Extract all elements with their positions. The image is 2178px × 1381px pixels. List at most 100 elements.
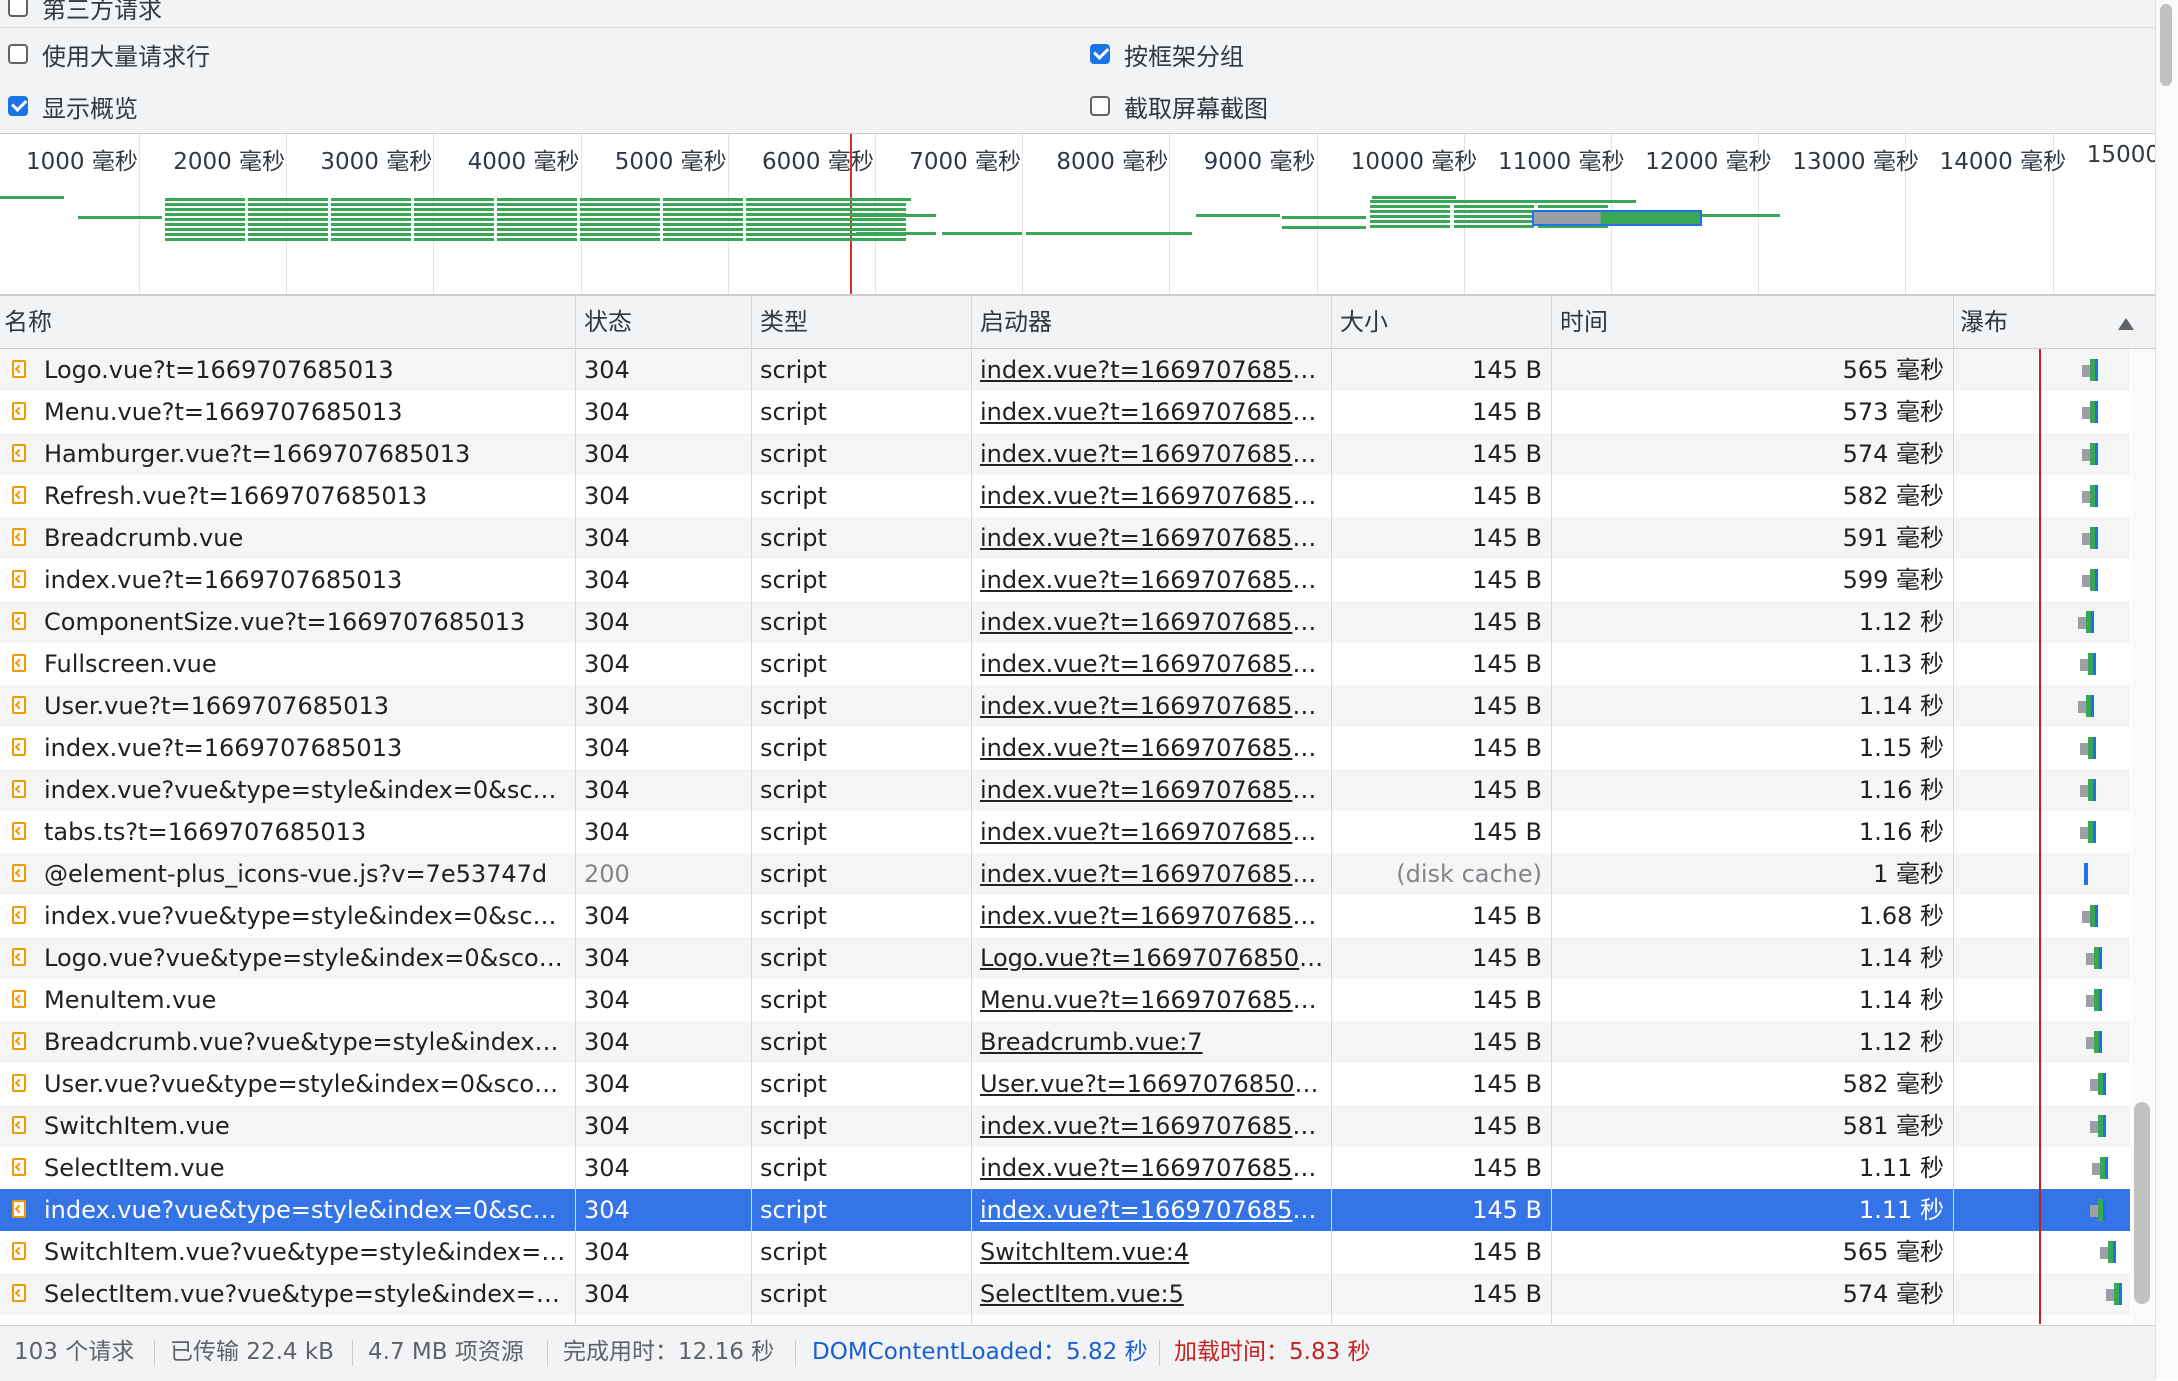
column-divider[interactable] xyxy=(1953,296,1954,1324)
panel-scrollbar[interactable] xyxy=(2155,0,2178,1380)
request-name[interactable]: SwitchItem.vue?vue&type=style&index=0&sc… xyxy=(44,1231,566,1273)
header-time[interactable]: 时间 xyxy=(1556,296,1608,348)
header-type[interactable]: 类型 xyxy=(756,296,808,348)
request-initiator-link[interactable]: index.vue?t=1669707685013:… xyxy=(980,601,1326,643)
header-name[interactable]: 名称 xyxy=(0,296,52,348)
request-initiator-link[interactable]: index.vue?t=1669707685013:… xyxy=(980,517,1326,559)
request-initiator-link[interactable]: index.vue?t=1669707685013:… xyxy=(980,391,1326,433)
request-initiator-link[interactable]: Breadcrumb.vue:7 xyxy=(980,1021,1326,1063)
request-name[interactable]: Hamburger.vue?t=1669707685013 xyxy=(44,433,566,475)
request-initiator-link[interactable]: index.vue?t=1669707685013:… xyxy=(980,475,1326,517)
request-name[interactable]: MenuItem.vue xyxy=(44,979,566,1021)
request-initiator-link[interactable]: index.vue?t=1669707685013:… xyxy=(980,811,1326,853)
request-initiator-link[interactable]: Logo.vue?t=1669707685013:8 xyxy=(980,937,1326,979)
request-initiator-link[interactable]: index.vue?t=1669707685013:… xyxy=(980,895,1326,937)
request-name[interactable]: Menu.vue?t=1669707685013 xyxy=(44,391,566,433)
table-row[interactable]: SwitchItem.vue?vue&type=style&index=0&sc… xyxy=(0,1231,2130,1273)
big-rows-checkbox[interactable] xyxy=(8,44,28,64)
request-name[interactable]: SwitchItem.vue xyxy=(44,1105,566,1147)
request-initiator-link[interactable]: SelectItem.vue:5 xyxy=(980,1273,1326,1315)
table-row[interactable]: @element-plus_icons-vue.js?v=7e53747d 200… xyxy=(0,853,2130,895)
request-list-scroll-thumb[interactable] xyxy=(2134,1102,2150,1304)
table-row[interactable]: tabs.ts?t=1669707685013 304 script index.vu… xyxy=(0,811,2130,853)
request-name[interactable]: ComponentSize.vue?t=1669707685013 xyxy=(44,601,566,643)
request-initiator-link[interactable]: index.vue?t=1669707685013:… xyxy=(980,853,1326,895)
request-initiator-link[interactable]: index.vue?t=1669707685013:… xyxy=(980,433,1326,475)
request-initiator-link[interactable]: index.vue?t=1669707685013:… xyxy=(980,1147,1326,1189)
request-name[interactable]: index.vue?t=1669707685013 xyxy=(44,727,566,769)
request-initiator-link[interactable]: index.vue?t=1669707685013:… xyxy=(980,559,1326,601)
request-name[interactable]: Breadcrumb.vue?vue&type=style&index=0&sc… xyxy=(44,1021,566,1063)
column-divider[interactable] xyxy=(971,296,972,1324)
table-row[interactable]: Logo.vue?vue&type=style&index=0&scoped=…… xyxy=(0,937,2130,979)
overview-request-bar xyxy=(248,223,328,226)
sort-ascending-icon[interactable] xyxy=(2118,318,2134,330)
table-row[interactable]: index.vue?vue&type=style&index=0&scoped=… xyxy=(0,1189,2130,1231)
request-initiator-link[interactable]: index.vue?t=1669707685013:… xyxy=(980,1105,1326,1147)
table-row[interactable]: User.vue?vue&type=style&index=0&scoped=2… xyxy=(0,1063,2130,1105)
table-row[interactable]: MenuItem.vue 304 script Menu.vue?t=16697076… xyxy=(0,979,2130,1021)
table-row[interactable]: ComponentSize.vue?t=1669707685013 304 scri… xyxy=(0,601,2130,643)
request-name[interactable]: index.vue?vue&type=style&index=0&scoped=… xyxy=(44,895,566,937)
group-by-frame-checkbox[interactable] xyxy=(1090,44,1110,64)
request-initiator-link[interactable]: index.vue?t=1669707685013:… xyxy=(980,685,1326,727)
group-by-frame-option[interactable]: 按框架分组 xyxy=(1090,37,1244,71)
request-name[interactable]: tabs.ts?t=1669707685013 xyxy=(44,811,566,853)
table-row[interactable]: index.vue?vue&type=style&index=0&scoped=… xyxy=(0,895,2130,937)
header-status[interactable]: 状态 xyxy=(580,296,632,348)
table-row[interactable]: Breadcrumb.vue 304 script index.vue?t=16697… xyxy=(0,517,2130,559)
request-name[interactable]: Logo.vue?vue&type=style&index=0&scoped=… xyxy=(44,937,566,979)
column-divider[interactable] xyxy=(575,296,576,1324)
table-row[interactable]: index.vue?t=1669707685013 304 script index.… xyxy=(0,559,2130,601)
column-divider[interactable] xyxy=(1551,296,1552,1324)
request-name[interactable]: Fullscreen.vue xyxy=(44,643,566,685)
header-waterfall[interactable]: 瀑布 xyxy=(1956,296,2008,348)
capture-screenshots-option[interactable]: 截取屏幕截图 xyxy=(1090,89,1268,123)
table-row[interactable]: Logo.vue?t=1669707685013 304 script index.v… xyxy=(0,349,2130,391)
table-row[interactable]: Menu.vue?t=1669707685013 304 script index.v… xyxy=(0,391,2130,433)
request-initiator-link[interactable]: index.vue?t=1669707685013:… xyxy=(980,769,1326,811)
column-divider[interactable] xyxy=(1331,296,1332,1324)
panel-scroll-thumb[interactable] xyxy=(2160,4,2172,86)
third-party-option[interactable]: 第三方请求 xyxy=(8,0,162,24)
request-name[interactable]: @element-plus_icons-vue.js?v=7e53747d xyxy=(44,853,566,895)
table-row[interactable]: SwitchItem.vue 304 script index.vue?t=16697… xyxy=(0,1105,2130,1147)
overview-tick xyxy=(139,134,140,294)
table-row[interactable]: SelectItem.vue 304 script index.vue?t=16697… xyxy=(0,1147,2130,1189)
request-initiator-link[interactable]: SwitchItem.vue:4 xyxy=(980,1231,1326,1273)
request-name[interactable]: User.vue?t=1669707685013 xyxy=(44,685,566,727)
request-name[interactable]: Logo.vue?t=1669707685013 xyxy=(44,349,566,391)
table-row[interactable]: Breadcrumb.vue?vue&type=style&index=0&sc… xyxy=(0,1021,2130,1063)
request-list[interactable]: Logo.vue?t=1669707685013 304 script index.v… xyxy=(0,349,2130,1324)
request-name[interactable]: SelectItem.vue xyxy=(44,1147,566,1189)
request-initiator-link[interactable]: Menu.vue?t=1669707685013… xyxy=(980,979,1326,1021)
header-initiator[interactable]: 启动器 xyxy=(976,296,1052,348)
header-size[interactable]: 大小 xyxy=(1336,296,1388,348)
request-name[interactable]: index.vue?vue&type=style&index=0&scoped=… xyxy=(44,769,566,811)
table-row[interactable]: Refresh.vue?t=1669707685013 304 script inde… xyxy=(0,475,2130,517)
request-initiator-link[interactable]: User.vue?t=1669707685013:6 xyxy=(980,1063,1326,1105)
table-row[interactable]: SelectItem.vue?vue&type=style&index=0&sc… xyxy=(0,1273,2130,1315)
show-overview-option[interactable]: 显示概览 xyxy=(8,89,138,123)
request-initiator-link[interactable]: index.vue?t=1669707685013:9 xyxy=(980,349,1326,391)
big-rows-option[interactable]: 使用大量请求行 xyxy=(8,37,210,71)
table-row[interactable]: User.vue?t=1669707685013 304 script index.v… xyxy=(0,685,2130,727)
column-divider[interactable] xyxy=(751,296,752,1324)
table-row[interactable]: Fullscreen.vue 304 script index.vue?t=16697… xyxy=(0,643,2130,685)
capture-screenshots-checkbox[interactable] xyxy=(1090,96,1110,116)
show-overview-checkbox[interactable] xyxy=(8,96,28,116)
third-party-checkbox[interactable] xyxy=(8,0,28,17)
request-name[interactable]: index.vue?vue&type=style&index=0&scoped=… xyxy=(44,1189,566,1231)
request-initiator-link[interactable]: index.vue?t=1669707685013:… xyxy=(980,1189,1326,1231)
request-initiator-link[interactable]: index.vue?t=1669707685013:… xyxy=(980,727,1326,769)
request-name[interactable]: index.vue?t=1669707685013 xyxy=(44,559,566,601)
network-overview[interactable]: 1000 毫秒 2000 毫秒 3000 毫秒 4000 毫秒 5000 毫秒 6000 … xyxy=(0,134,2155,296)
request-initiator-link[interactable]: index.vue?t=1669707685013:… xyxy=(980,643,1326,685)
request-name[interactable]: Refresh.vue?t=1669707685013 xyxy=(44,475,566,517)
request-name[interactable]: SelectItem.vue?vue&type=style&index=0&sc… xyxy=(44,1273,566,1315)
request-name[interactable]: User.vue?vue&type=style&index=0&scoped=2… xyxy=(44,1063,566,1105)
table-row[interactable]: index.vue?vue&type=style&index=0&scoped=… xyxy=(0,769,2130,811)
table-row[interactable]: index.vue?t=1669707685013 304 script index.… xyxy=(0,727,2130,769)
request-name[interactable]: Breadcrumb.vue xyxy=(44,517,566,559)
table-row[interactable]: Hamburger.vue?t=1669707685013 304 script in… xyxy=(0,433,2130,475)
